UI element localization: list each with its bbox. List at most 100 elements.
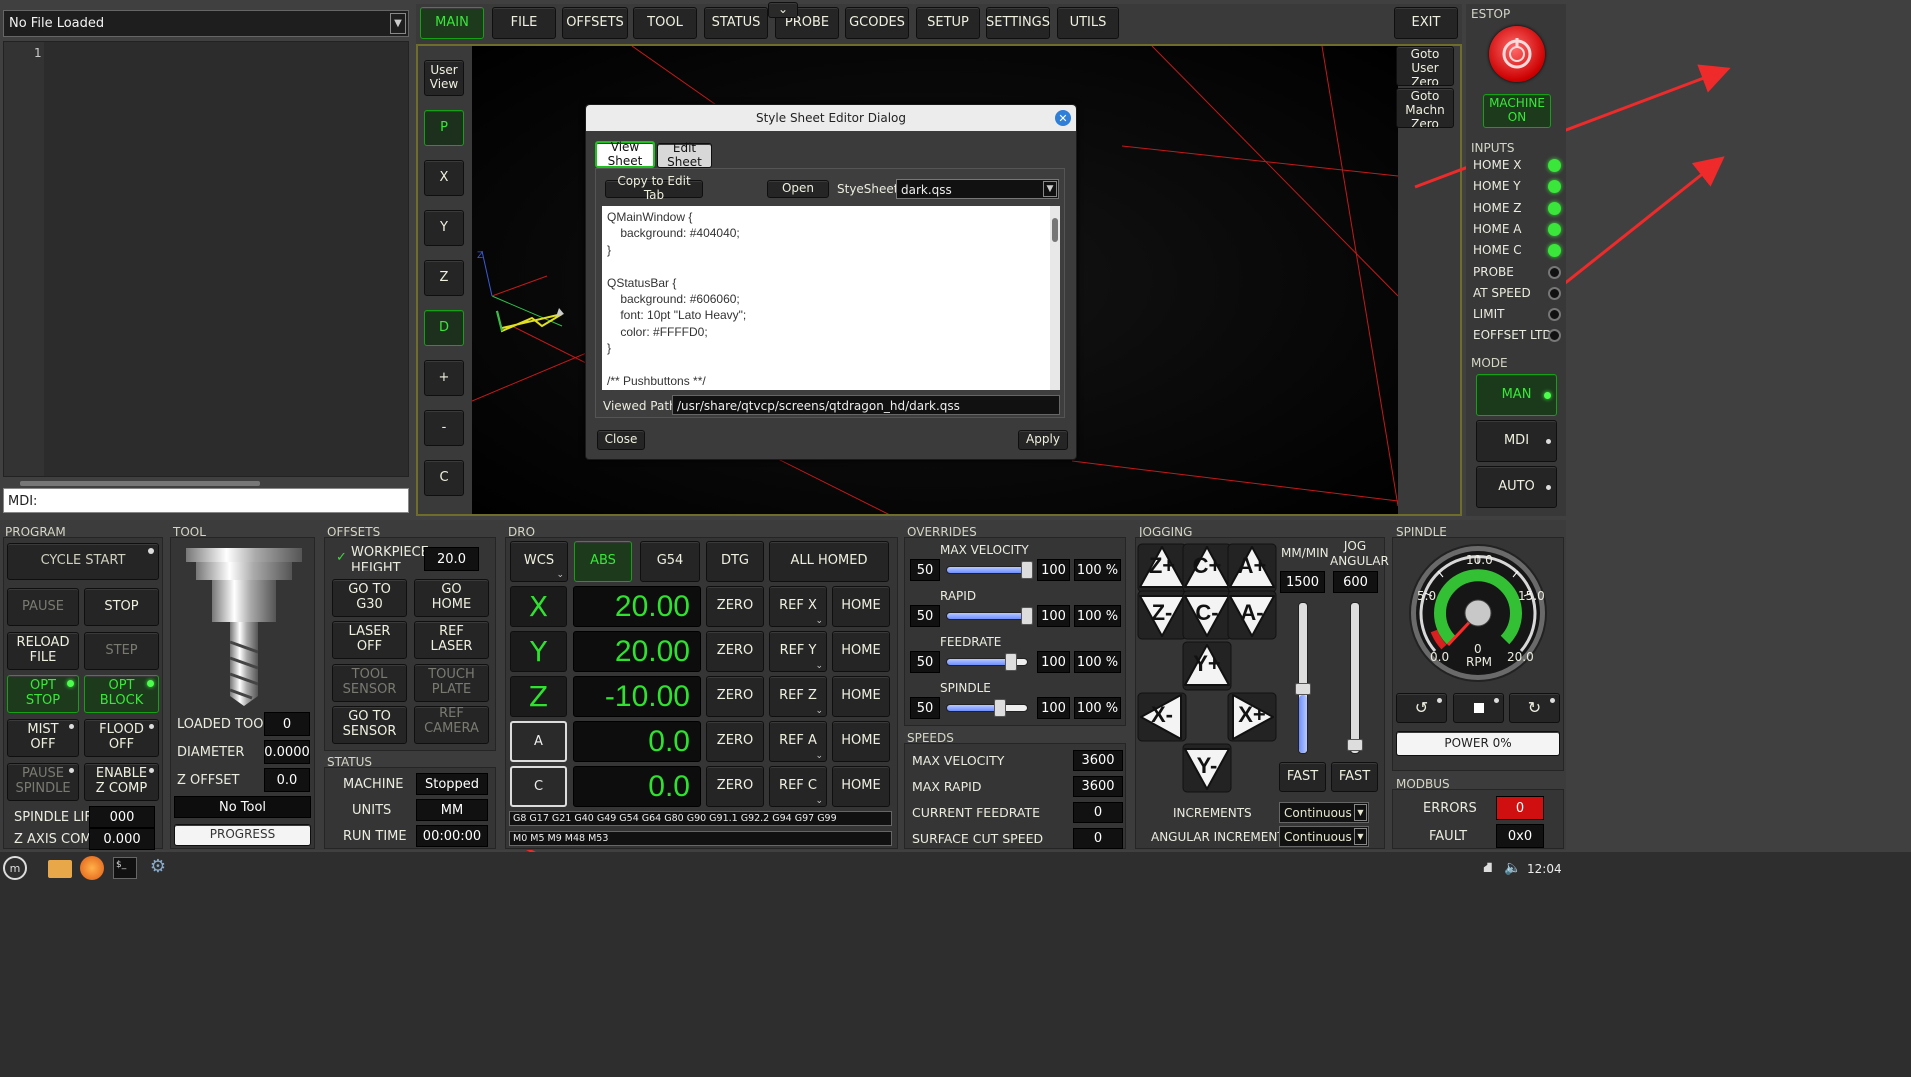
dtg-button[interactable]: DTG xyxy=(706,541,764,582)
linear-jog-rate[interactable]: 1500 xyxy=(1280,571,1325,593)
exit-button[interactable]: EXIT xyxy=(1394,7,1458,39)
gcode-editor[interactable]: 1 xyxy=(3,41,409,486)
zero-z-button[interactable]: ZERO xyxy=(706,676,764,717)
tab-view-sheet[interactable]: View Sheet xyxy=(595,140,655,168)
horizontal-scrollbar[interactable] xyxy=(20,481,260,486)
stylesheet-combo[interactable]: dark.qss ▼ xyxy=(896,179,1059,199)
angular-fast-button[interactable]: FAST xyxy=(1331,762,1378,792)
tab-edit-sheet[interactable]: Edit Sheet xyxy=(657,141,712,168)
pause-spindle-button[interactable]: PAUSE SPINDLE xyxy=(7,763,79,801)
axis-label-x[interactable]: X xyxy=(510,586,567,627)
override-feedrate-slider[interactable] xyxy=(946,653,1028,671)
opt-stop-button[interactable]: OPT STOP xyxy=(7,675,79,713)
text-scrollbar[interactable] xyxy=(1050,206,1060,390)
jog-z-minusplus-button[interactable]: Z+ xyxy=(1137,543,1187,593)
laser-off-button[interactable]: LASER OFF xyxy=(332,621,407,659)
app-menu-icon[interactable]: m xyxy=(3,856,27,880)
mode-auto-button[interactable]: AUTO xyxy=(1476,466,1557,508)
axis-label-a[interactable]: A xyxy=(510,721,567,762)
angular-jog-slider[interactable] xyxy=(1347,602,1363,754)
slider-handle[interactable] xyxy=(1021,561,1033,579)
view-button-minus[interactable]: - xyxy=(424,410,464,446)
jog-z-minus-button[interactable]: Z- xyxy=(1137,590,1187,640)
flood-button[interactable]: FLOOD OFF xyxy=(84,719,159,757)
home-a-button[interactable]: HOME xyxy=(832,721,890,762)
axis-label-z[interactable]: Z xyxy=(510,676,567,717)
stop-button[interactable]: STOP xyxy=(84,588,159,626)
firefox-icon[interactable] xyxy=(80,856,104,880)
jog-c-minus-button[interactable]: C- xyxy=(1182,590,1232,640)
volume-icon[interactable]: 🔈 xyxy=(1504,860,1521,876)
jog-a-minus-button[interactable]: A- xyxy=(1227,590,1277,640)
home-z-button[interactable]: HOME xyxy=(832,676,890,717)
tab-main[interactable]: MAIN xyxy=(420,7,484,39)
abs-button[interactable]: ABS xyxy=(574,541,632,582)
ref-camera-button[interactable]: REF CAMERA xyxy=(414,706,489,744)
file-combo[interactable]: No File Loaded ▼ xyxy=(3,10,409,37)
folder-icon[interactable] xyxy=(48,860,72,878)
tab-setup[interactable]: SETUP xyxy=(916,7,980,39)
stylesheet-text-view[interactable]: QMainWindow { background: #404040;} QStat… xyxy=(602,206,1060,390)
tab-gcodes[interactable]: GCODES xyxy=(845,7,909,39)
touch-plate-button[interactable]: TOUCH PLATE xyxy=(414,664,489,702)
linear-fast-button[interactable]: FAST xyxy=(1279,762,1326,792)
pause-button[interactable]: PAUSE xyxy=(7,588,79,626)
reload-file-button[interactable]: RELOAD FILE xyxy=(7,632,79,670)
view-button-plus[interactable]: + xyxy=(424,360,464,396)
tab-offsets[interactable]: OFFSETS xyxy=(562,7,628,39)
mist-button[interactable]: MIST OFF xyxy=(7,719,79,757)
dialog-apply-button[interactable]: Apply xyxy=(1018,430,1068,450)
zero-x-button[interactable]: ZERO xyxy=(706,586,764,627)
spindle-reverse-button[interactable]: ↺ xyxy=(1396,693,1447,723)
jog-a-minusplus-button[interactable]: A+ xyxy=(1227,543,1277,593)
zero-c-button[interactable]: ZERO xyxy=(706,766,764,807)
goto-sensor-button[interactable]: GO TO SENSOR xyxy=(332,706,407,744)
jog-y-minus-button[interactable]: Y- xyxy=(1182,743,1232,793)
mode-man-button[interactable]: MAN xyxy=(1476,374,1557,416)
override-spindle-slider[interactable] xyxy=(946,699,1028,717)
go-home-button[interactable]: GO HOME xyxy=(414,579,489,617)
machine-on-button[interactable]: MACHINE ON xyxy=(1483,94,1551,128)
increments-combo[interactable]: Continuous ▼ xyxy=(1279,802,1369,823)
jog-x-minus-button[interactable]: X- xyxy=(1137,692,1187,742)
step-button[interactable]: STEP xyxy=(84,632,159,670)
view-button-d[interactable]: D xyxy=(424,310,464,346)
zero-a-button[interactable]: ZERO xyxy=(706,721,764,762)
tab-utils[interactable]: UTILS xyxy=(1057,7,1119,39)
tab-file[interactable]: FILE xyxy=(492,7,556,39)
wcs-button[interactable]: WCS ⌄ xyxy=(510,541,568,582)
slider-handle[interactable] xyxy=(994,699,1006,717)
axis-label-c[interactable]: C xyxy=(510,766,567,807)
angular-increment-combo[interactable]: Continuous ▼ xyxy=(1279,826,1369,847)
view-button-p[interactable]: P xyxy=(424,110,464,146)
linuxcnc-icon[interactable]: ⚙ xyxy=(146,856,170,880)
dialog-close-icon[interactable]: ✕ xyxy=(1055,110,1071,126)
mode-mdi-button[interactable]: MDI xyxy=(1476,420,1557,462)
ref-y-button[interactable]: REF Y ⌄ xyxy=(769,631,827,672)
goto-machine-zero-button[interactable]: Goto Machn Zero xyxy=(1396,88,1454,128)
view-button-y[interactable]: Y xyxy=(424,210,464,246)
g54-button[interactable]: G54 xyxy=(640,541,700,582)
goto-g30-button[interactable]: GO TO G30 xyxy=(332,579,407,617)
tab-status[interactable]: STATUS xyxy=(704,7,768,39)
network-icon[interactable]: ⛘ xyxy=(1483,860,1493,878)
override-rapid-slider[interactable] xyxy=(946,607,1033,625)
axis-label-y[interactable]: Y xyxy=(510,631,567,672)
ref-a-button[interactable]: REF A ⌄ xyxy=(769,721,827,762)
zero-y-button[interactable]: ZERO xyxy=(706,631,764,672)
slider-handle[interactable] xyxy=(1021,607,1033,625)
slider-handle[interactable] xyxy=(1005,653,1017,671)
view-button-z[interactable]: Z xyxy=(424,260,464,296)
tab-toggle-chevron-icon[interactable]: ⌄ xyxy=(768,2,798,18)
enable-zcomp-button[interactable]: ENABLE Z COMP xyxy=(84,763,159,801)
viewed-path-field[interactable]: /usr/share/qtvcp/screens/qtdragon_hd/dar… xyxy=(672,395,1060,415)
open-button[interactable]: Open xyxy=(767,180,829,198)
spindle-forward-button[interactable]: ↻ xyxy=(1509,693,1560,723)
jog-c-minusplus-button[interactable]: C+ xyxy=(1182,543,1232,593)
jog-x-minusplus-button[interactable]: X+ xyxy=(1227,692,1277,742)
jog-y-minusplus-button[interactable]: Y+ xyxy=(1182,641,1232,691)
mdi-input[interactable]: MDI: xyxy=(3,488,409,513)
dialog-close-button[interactable]: Close xyxy=(597,430,645,450)
chevron-down-icon[interactable]: ▼ xyxy=(1043,181,1057,197)
view-button-user[interactable]: User View xyxy=(424,60,464,96)
